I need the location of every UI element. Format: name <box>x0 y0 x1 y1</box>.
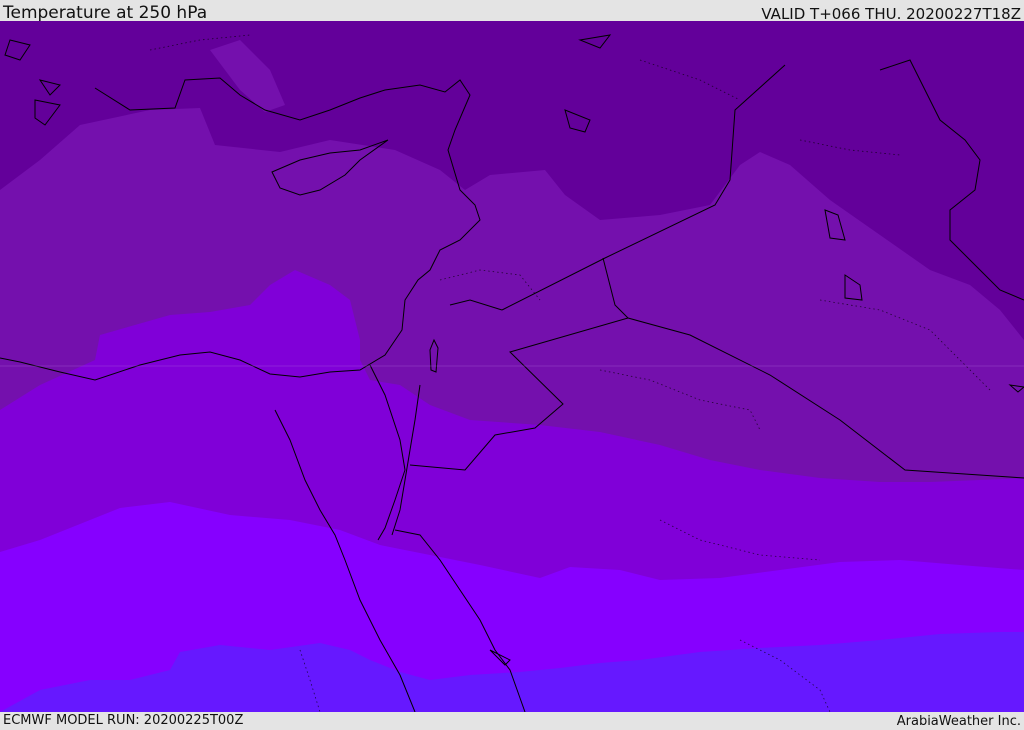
map-canvas <box>0 21 1024 712</box>
map-title: Temperature at 250 hPa <box>3 3 208 23</box>
temperature-map <box>0 21 1024 712</box>
footer-bar: ECMWF MODEL RUN: 20200225T00Z ArabiaWeat… <box>0 712 1024 729</box>
model-run-label: ECMWF MODEL RUN: 20200225T00Z <box>3 713 244 728</box>
provider-credit: ArabiaWeather Inc. <box>896 714 1021 729</box>
header-bar: Temperature at 250 hPa VALID T+066 THU. … <box>0 0 1024 23</box>
